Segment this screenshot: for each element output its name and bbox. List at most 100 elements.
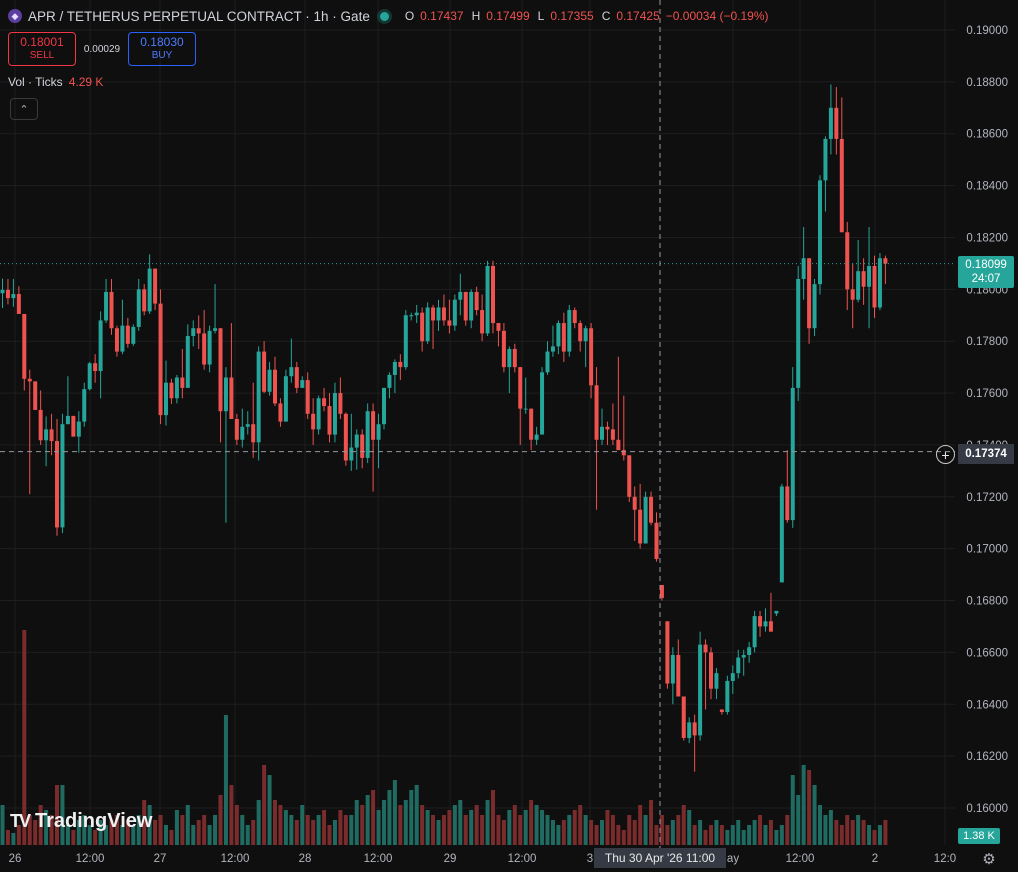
candle	[790, 367, 795, 528]
volume-bar	[207, 825, 212, 845]
volume-bar	[785, 815, 790, 845]
candle	[861, 258, 866, 305]
candle-body	[338, 393, 343, 414]
candle-body	[790, 387, 795, 521]
volume-bar	[616, 825, 621, 845]
candle-body	[256, 351, 261, 443]
candle-body	[164, 382, 168, 416]
market-status-icon[interactable]	[379, 11, 389, 21]
candle-body	[828, 107, 833, 139]
volume-bar	[638, 805, 643, 845]
price-axis[interactable]: 0.19000 0.18800 0.18600 0.18400 0.18200 0.180…	[966, 25, 1008, 815]
candle-body	[196, 328, 201, 334]
candle-body	[109, 291, 114, 329]
candle	[463, 291, 468, 326]
candle-body	[371, 411, 376, 440]
candle	[834, 87, 839, 155]
volume-bar	[703, 830, 708, 845]
gear-icon[interactable]: ⚙	[980, 850, 998, 868]
volume-bar	[567, 815, 572, 845]
candle-body	[441, 307, 446, 321]
volume-bar	[692, 825, 697, 845]
candle-body	[523, 408, 528, 410]
candle-body	[796, 278, 801, 388]
candle-body	[616, 439, 621, 451]
candle	[807, 258, 812, 344]
volume-bar	[621, 830, 626, 845]
candle	[316, 395, 321, 435]
candle-body	[93, 363, 98, 372]
volume-bar	[845, 815, 850, 845]
candle-body	[174, 377, 179, 399]
candle	[109, 278, 114, 335]
candle-body	[752, 616, 757, 648]
candle	[202, 310, 207, 370]
candle-body	[431, 307, 436, 321]
volume-bar	[589, 820, 594, 845]
candle	[0, 278, 5, 309]
candle	[125, 317, 130, 348]
candle	[180, 348, 185, 399]
candle	[676, 639, 681, 697]
volume-bar	[403, 800, 408, 845]
candle	[65, 376, 70, 425]
candle	[594, 367, 599, 510]
candle	[801, 227, 806, 300]
candle-body	[823, 138, 828, 181]
trade-panel: 0.18001 SELL 0.00029 0.18030 BUY	[8, 32, 196, 66]
candle-body	[480, 310, 485, 334]
candle-body	[812, 284, 817, 329]
candle-body	[240, 426, 245, 440]
volume-bar	[774, 830, 779, 845]
volume-legend[interactable]: Vol · Ticks 4.29 K	[8, 75, 103, 89]
volume-bar	[850, 820, 855, 845]
candle	[349, 413, 354, 471]
candle-body	[867, 265, 872, 287]
volume-bar	[834, 820, 839, 845]
candle	[867, 227, 872, 329]
candle	[213, 284, 218, 334]
candle	[414, 304, 419, 324]
candle-body	[16, 294, 21, 314]
volume-bar	[354, 800, 359, 845]
volume-bar	[409, 790, 414, 845]
add-plus-icon[interactable]: +	[936, 445, 955, 464]
sell-button[interactable]: 0.18001 SELL	[8, 32, 76, 66]
volume-bar	[360, 805, 365, 845]
candle	[485, 260, 490, 337]
candle	[681, 696, 686, 741]
symbol-title[interactable]: APR / TETHERUS PERPETUAL CONTRACT · 1h ·…	[28, 9, 370, 24]
volume-bar	[659, 815, 664, 845]
candle	[392, 359, 397, 394]
time-axis[interactable]: 26 12:00 27 12:00 28 12:00 29 12:00 3 ay 12:00 2 12:…	[9, 853, 957, 865]
candle	[812, 278, 817, 337]
candle	[169, 378, 174, 404]
candle-body	[861, 271, 866, 287]
volume-bar	[185, 805, 190, 845]
candle-body	[605, 426, 610, 430]
candle	[556, 320, 561, 355]
volume-bar	[654, 825, 659, 845]
candle	[185, 324, 190, 388]
time-tick-label: 12:00	[76, 853, 105, 865]
tradingview-logo[interactable]: TV TradingView	[10, 810, 152, 833]
volume-bar	[153, 820, 158, 845]
chevron-up-icon[interactable]: ⌃	[10, 98, 38, 120]
candle-body	[414, 312, 419, 316]
candle	[654, 512, 659, 562]
crypto-symbol-icon[interactable]: ◆	[8, 9, 22, 23]
open-label: O	[404, 9, 415, 23]
volume-bar	[480, 815, 485, 845]
candle	[458, 273, 463, 316]
time-tick-label: 12:00	[221, 853, 250, 865]
candle	[747, 642, 752, 663]
buy-button[interactable]: 0.18030 BUY	[128, 32, 196, 66]
volume-bar	[420, 805, 425, 845]
time-tick-label: 28	[299, 853, 312, 865]
price-chart[interactable]: 0.19000 0.18800 0.18600 0.18400 0.18200 0.180…	[0, 0, 1018, 872]
spread-value: 0.00029	[83, 43, 121, 55]
candle-body	[147, 268, 152, 312]
volume-bar	[643, 815, 648, 845]
candle	[534, 426, 539, 445]
candle-body	[540, 372, 545, 435]
